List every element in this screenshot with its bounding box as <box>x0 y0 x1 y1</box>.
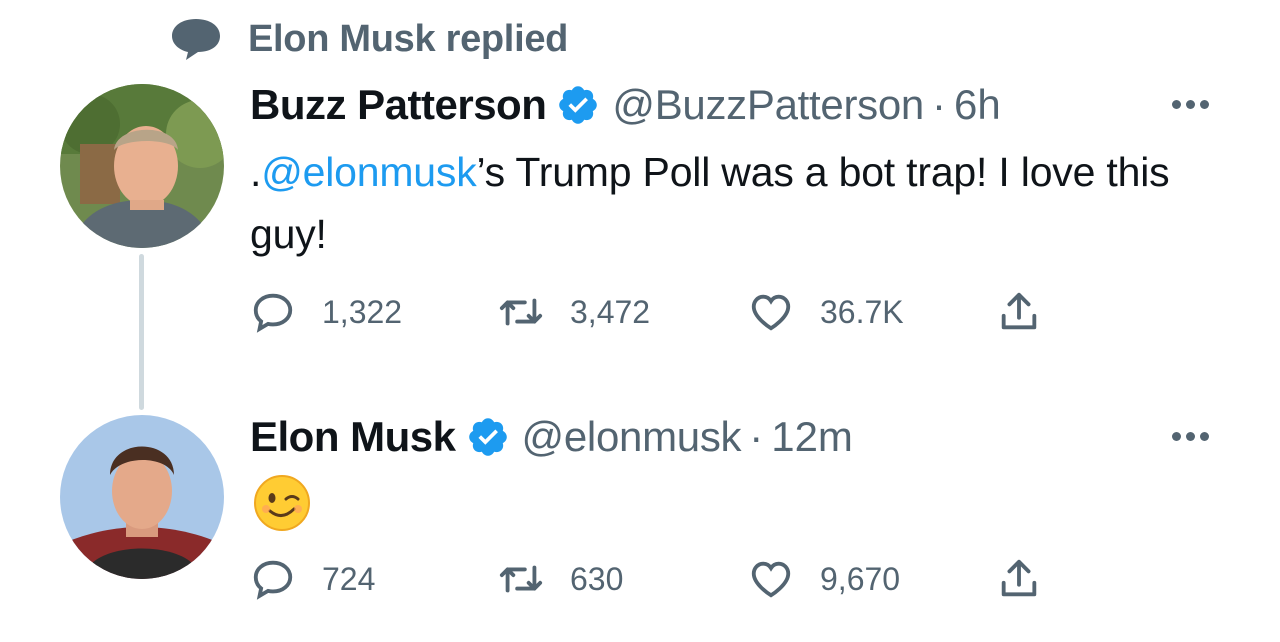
text-prefix: . <box>250 149 262 195</box>
reply-count: 1,322 <box>322 293 403 330</box>
reply-count: 724 <box>322 560 376 597</box>
retweet-icon <box>499 565 543 593</box>
retweet-count: 630 <box>570 560 624 597</box>
avatar-buzz-patterson[interactable] <box>60 84 224 248</box>
more-options-icon[interactable] <box>1172 432 1209 441</box>
display-name[interactable]: Buzz Patterson <box>250 81 547 129</box>
reply-icon <box>253 293 293 333</box>
reply-bubble-icon <box>172 19 220 60</box>
like-button[interactable]: 9,670 <box>748 556 900 602</box>
retweet-button[interactable]: 630 <box>498 556 623 602</box>
heart-icon <box>751 294 791 331</box>
share-icon <box>1001 292 1037 330</box>
share-icon <box>1001 559 1037 597</box>
share-button[interactable] <box>996 556 1042 602</box>
verified-badge-icon <box>468 418 507 456</box>
mention-link[interactable]: @elonmusk <box>261 149 476 195</box>
retweet-button[interactable]: 3,472 <box>498 289 650 335</box>
more-options-icon[interactable] <box>1172 100 1209 109</box>
winking-face-icon <box>254 475 310 531</box>
tweet-header: Elon Musk @elonmusk · 12m <box>250 409 853 465</box>
verified-badge-icon <box>559 86 598 124</box>
reply-icon <box>253 560 293 600</box>
tweet-text: .@elonmusk’s Trump Poll was a bot trap! … <box>250 141 1180 265</box>
like-button[interactable]: 36.7K <box>748 289 904 335</box>
like-count: 9,670 <box>820 560 901 597</box>
separator-dot: · <box>749 413 764 460</box>
avatar-elon-musk[interactable] <box>60 415 224 579</box>
share-button[interactable] <box>996 289 1042 335</box>
reply-button[interactable]: 724 <box>250 556 375 602</box>
tweet-emoji <box>252 473 312 538</box>
tweet-header: Buzz Patterson @BuzzPatterson · 6h <box>250 77 1001 133</box>
social-context[interactable]: Elon Musk replied <box>170 14 568 64</box>
handle[interactable]: @elonmusk <box>522 413 742 461</box>
handle[interactable]: @BuzzPatterson <box>612 81 924 129</box>
timestamp[interactable]: 12m <box>771 413 853 461</box>
timestamp[interactable]: 6h <box>954 81 1001 129</box>
avatar-image <box>60 415 224 579</box>
avatar-image <box>60 84 224 248</box>
retweet-icon <box>499 298 543 326</box>
reply-button[interactable]: 1,322 <box>250 289 402 335</box>
thread-line <box>139 254 144 410</box>
retweet-count: 3,472 <box>570 293 651 330</box>
context-label: Elon Musk replied <box>248 17 569 60</box>
like-count: 36.7K <box>820 293 904 330</box>
heart-icon <box>751 561 791 598</box>
separator-dot: · <box>931 81 946 128</box>
display-name[interactable]: Elon Musk <box>250 413 456 461</box>
